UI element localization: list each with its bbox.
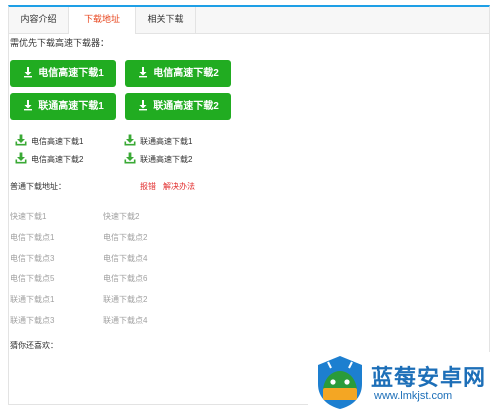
normal-download-link[interactable]: 电信下载点4 [103, 253, 147, 264]
unicom-fast-download-2-link[interactable]: 联通高速下载2 [124, 152, 192, 168]
site-watermark: 蓝莓安卓网 www.lmkjst.com [308, 352, 498, 415]
tab-content-intro[interactable]: 内容介绍 [9, 7, 69, 33]
report-error-link[interactable]: 报错 [140, 181, 156, 192]
tab-bar: 内容介绍 下载地址 相关下载 [9, 7, 489, 34]
normal-download-link[interactable]: 快速下载2 [103, 211, 139, 222]
unicom-fast-download-1-button[interactable]: 联通高速下载1 [10, 93, 116, 120]
normal-download-link[interactable]: 快速下载1 [10, 211, 46, 222]
android-badge-icon [318, 356, 362, 409]
normal-download-link[interactable]: 电信下载点6 [103, 273, 147, 284]
normal-download-link[interactable]: 联通下载点2 [103, 294, 147, 305]
solution-link[interactable]: 解决办法 [163, 181, 195, 192]
download-icon [124, 152, 136, 164]
download-icon [124, 134, 136, 146]
watermark-name: 蓝莓安卓网 [371, 366, 487, 391]
button-label: 电信高速下载1 [38, 68, 104, 79]
normal-download-link[interactable]: 联通下载点4 [103, 315, 147, 326]
normal-download-link[interactable]: 电信下载点3 [10, 253, 54, 264]
unicom-fast-download-1-link[interactable]: 联通高速下载1 [124, 134, 192, 150]
normal-download-link[interactable]: 联通下载点1 [10, 294, 54, 305]
guess-you-like-title: 猜你还喜欢： [10, 341, 58, 350]
download-icon [139, 100, 148, 111]
telecom-fast-download-1-button[interactable]: 电信高速下载1 [10, 60, 116, 87]
tab-related-downloads[interactable]: 相关下载 [136, 7, 196, 33]
button-label: 电信高速下载2 [153, 68, 219, 79]
downloader-hint: 需优先下载高速下载器： [10, 38, 110, 48]
link-label: 电信高速下载2 [31, 155, 84, 164]
download-icon [139, 67, 148, 78]
link-label: 联通高速下载2 [140, 155, 193, 164]
telecom-fast-download-2-button[interactable]: 电信高速下载2 [125, 60, 231, 87]
button-label: 联通高速下载1 [38, 101, 104, 112]
download-icon [15, 152, 27, 164]
telecom-fast-download-1-link[interactable]: 电信高速下载1 [15, 134, 83, 150]
download-icon [15, 134, 27, 146]
tab-download-address[interactable]: 下载地址 [69, 7, 136, 34]
normal-download-link[interactable]: 电信下载点2 [103, 232, 147, 243]
telecom-fast-download-2-link[interactable]: 电信高速下载2 [15, 152, 83, 168]
normal-download-title: 普通下载地址： [10, 182, 66, 191]
normal-download-link[interactable]: 联通下载点3 [10, 315, 54, 326]
link-label: 联通高速下载1 [140, 137, 193, 146]
normal-download-link[interactable]: 电信下载点1 [10, 232, 54, 243]
watermark-url: www.lmkjst.com [374, 390, 453, 402]
unicom-fast-download-2-button[interactable]: 联通高速下载2 [125, 93, 231, 120]
download-icon [24, 100, 33, 111]
normal-download-link[interactable]: 电信下载点5 [10, 273, 54, 284]
link-label: 电信高速下载1 [31, 137, 84, 146]
button-label: 联通高速下载2 [153, 101, 219, 112]
download-icon [24, 67, 33, 78]
